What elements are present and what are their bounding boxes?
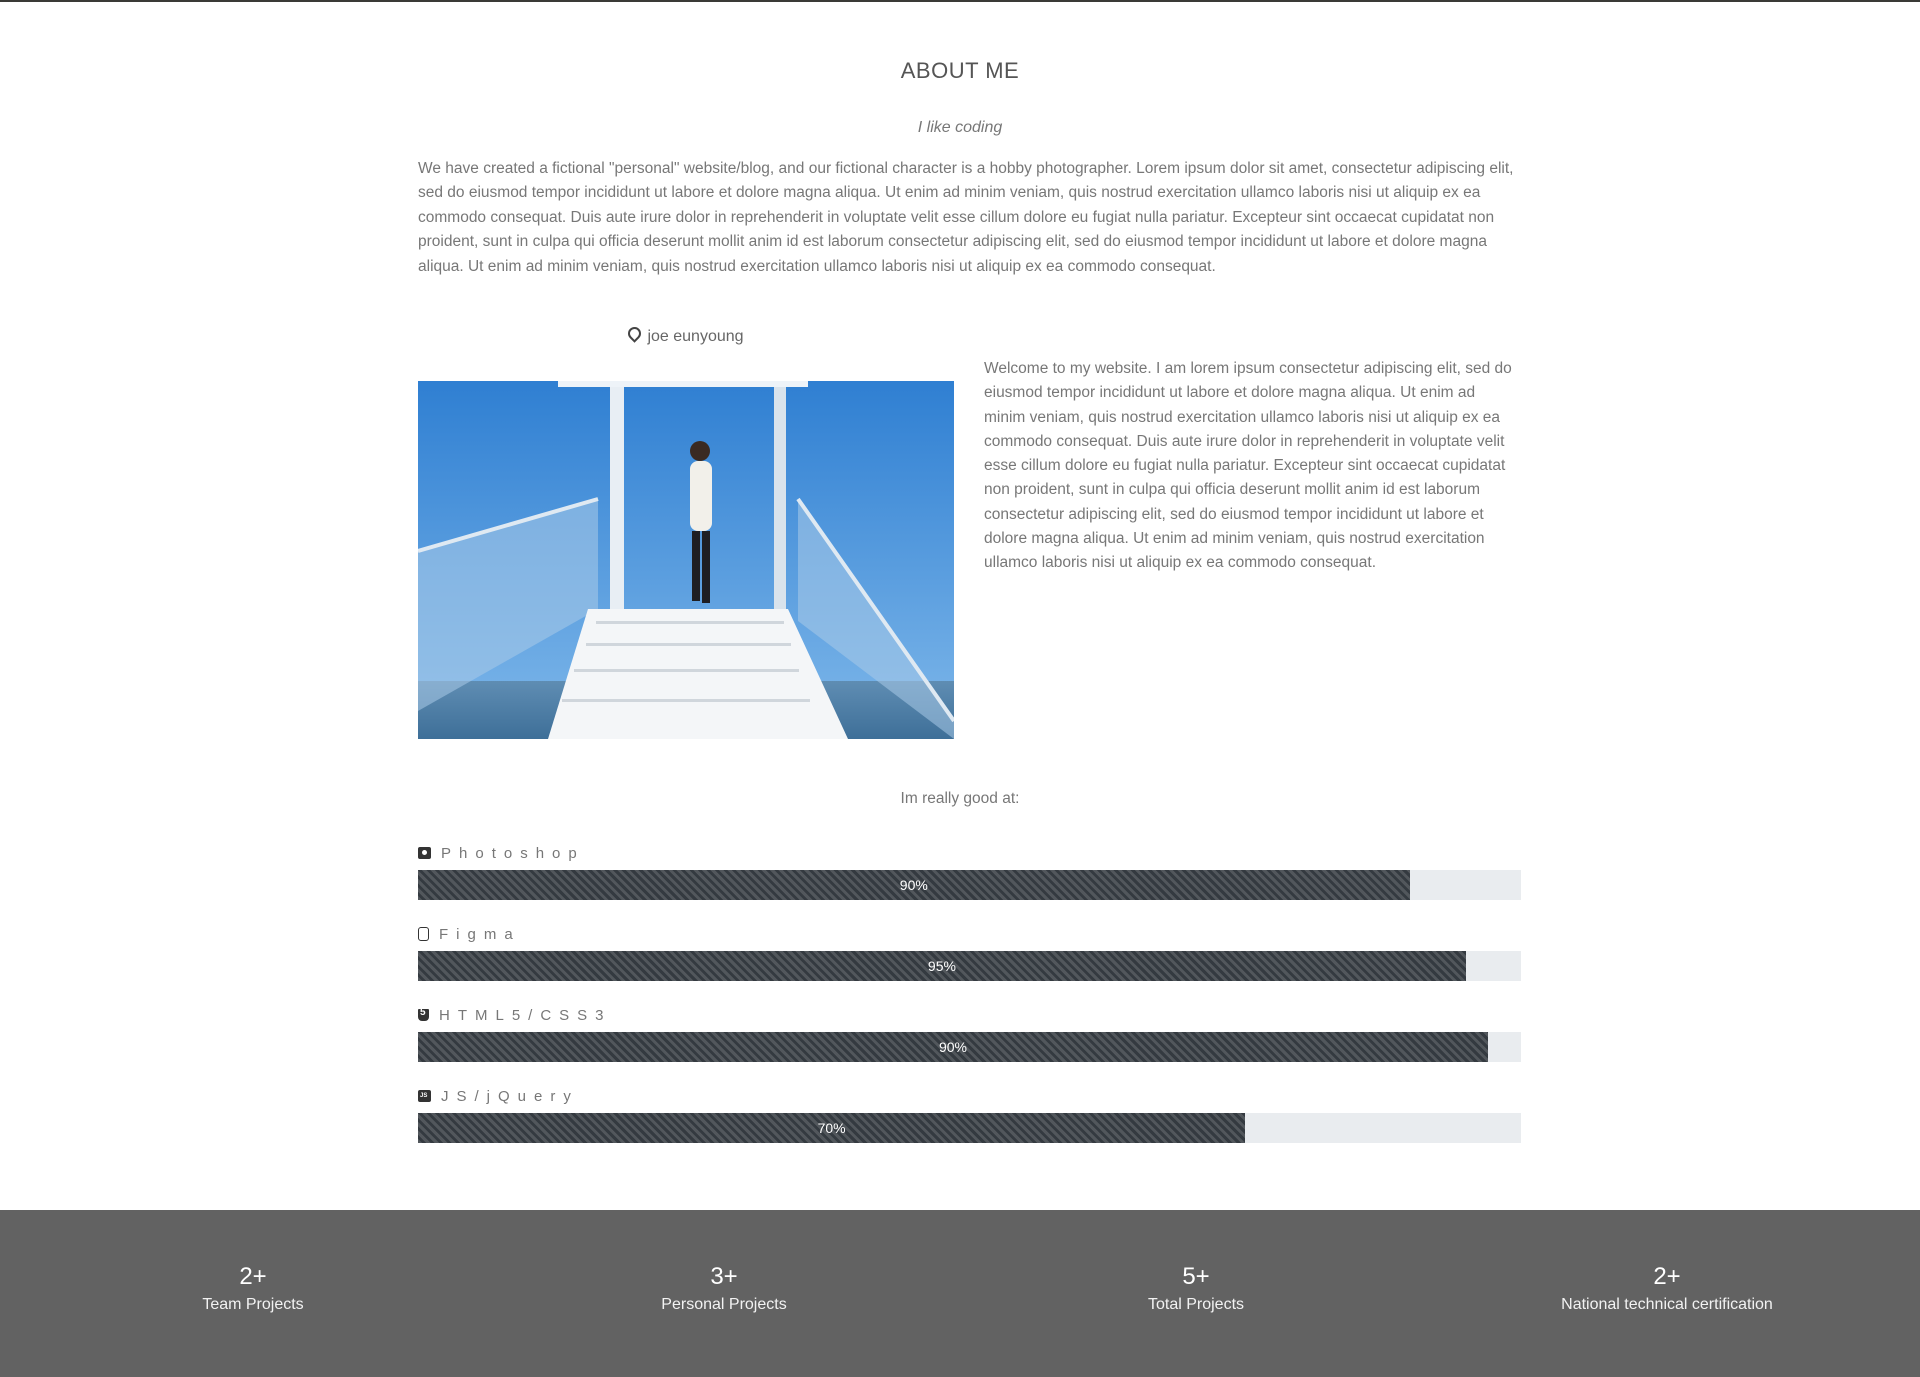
skills-title: Im really good at:	[900, 790, 1020, 807]
profile-name: joe eunyoung	[647, 328, 744, 345]
map-marker-icon	[625, 324, 645, 343]
progress-track: 70%	[418, 1113, 1521, 1143]
figma-icon	[418, 927, 429, 941]
profile-photo	[418, 381, 954, 739]
section-subtitle: I like coding	[917, 119, 1003, 136]
stat-label: Team Projects	[202, 1296, 304, 1313]
stat-certifications: 2+ National technical certification	[1427, 1262, 1907, 1314]
skill-label: HTML5/CSS3	[439, 1006, 612, 1024]
stat-number: 5+	[1182, 1263, 1210, 1290]
js-icon	[418, 1090, 431, 1102]
skill-label: Photoshop	[441, 844, 585, 862]
progress-track: 95%	[418, 951, 1521, 981]
skill-photoshop: Photoshop 90%	[418, 842, 1521, 900]
stat-number: 3+	[710, 1263, 738, 1290]
intro-paragraph: We have created a fictional "personal" w…	[418, 160, 1514, 275]
stat-label: National technical certification	[1561, 1296, 1773, 1313]
bio-paragraph: Welcome to my website. I am lorem ipsum …	[984, 360, 1512, 572]
progress-track: 90%	[418, 870, 1521, 900]
stat-total-projects: 5+ Total Projects	[956, 1262, 1436, 1314]
stats-section: 2+ Team Projects 3+ Personal Projects 5+…	[0, 1210, 1920, 1377]
progress-bar: 70%	[418, 1113, 1246, 1143]
skill-figma: Figma 95%	[418, 923, 1521, 981]
html5-icon	[418, 1007, 429, 1021]
stat-label: Total Projects	[1147, 1296, 1245, 1313]
stat-team-projects: 2+ Team Projects	[13, 1262, 493, 1314]
progress-bar: 95%	[418, 951, 1466, 981]
stat-label: Personal Projects	[661, 1296, 787, 1313]
progress-track: 90%	[418, 1032, 1521, 1062]
skill-label: JS/jQuery	[441, 1087, 579, 1105]
profile-caption: joe eunyoung	[418, 324, 954, 346]
section-title: ABOUT ME	[900, 58, 1020, 83]
stat-number: 2+	[239, 1263, 267, 1290]
camera-icon	[418, 847, 431, 859]
skill-html5-css3: HTML5/CSS3 90%	[418, 1004, 1521, 1062]
progress-bar: 90%	[418, 870, 1410, 900]
skill-label: Figma	[439, 925, 521, 943]
stat-number: 2+	[1653, 1263, 1681, 1290]
about-section: ABOUT ME I like coding We have created a…	[0, 0, 1920, 1210]
progress-bar: 90%	[418, 1032, 1488, 1062]
skill-js-jquery: JS/jQuery 70%	[418, 1085, 1521, 1143]
stat-personal-projects: 3+ Personal Projects	[484, 1262, 964, 1314]
